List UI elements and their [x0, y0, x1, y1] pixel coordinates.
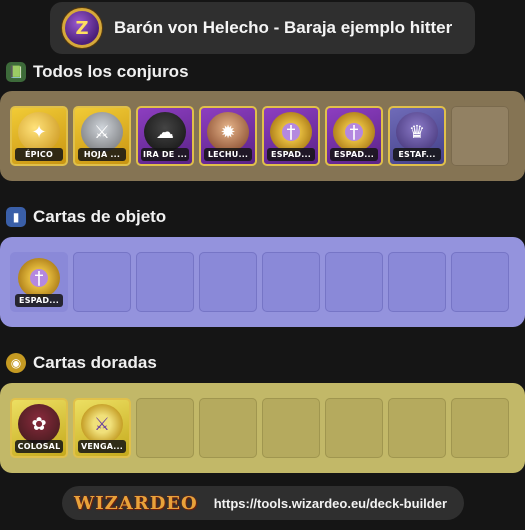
empty-slot[interactable]	[199, 252, 257, 312]
card-name: LECHU...	[204, 148, 252, 161]
footer-bar: WIZARDEO https://tools.wizardeo.eu/deck-…	[62, 486, 464, 520]
storm-school-icon: Z	[62, 8, 102, 48]
empty-slot[interactable]	[325, 398, 383, 458]
sword-orb-icon: †	[333, 112, 375, 152]
empty-slot[interactable]	[451, 252, 509, 312]
spell-card[interactable]: † ESPAD...	[325, 106, 383, 166]
empty-slot[interactable]	[388, 398, 446, 458]
spell-card[interactable]: ✹ LECHU...	[199, 106, 257, 166]
epic-rock-icon: ✦	[18, 112, 60, 152]
gold-panel: ✿ COLOSAL ⚔ VENGA...	[0, 383, 525, 473]
gold-card[interactable]: ✿ COLOSAL	[10, 398, 68, 458]
card-name: ESTAF...	[393, 148, 441, 161]
empty-slot[interactable]	[451, 106, 509, 166]
item-card[interactable]: † ESPAD...	[10, 252, 68, 312]
gold-card[interactable]: ⚔ VENGA...	[73, 398, 131, 458]
footer-url[interactable]: https://tools.wizardeo.eu/deck-builder	[214, 496, 447, 511]
empty-slot[interactable]	[325, 252, 383, 312]
empty-slot[interactable]	[136, 252, 194, 312]
section-items-label: ▮ Cartas de objeto	[6, 207, 166, 227]
spells-panel: ✦ ÉPICO ⚔ HOJA ... ☁ IRA DE ... ✹ LECHU.…	[0, 91, 525, 181]
empty-slot[interactable]	[199, 398, 257, 458]
spell-card[interactable]: † ESPAD...	[262, 106, 320, 166]
owl-icon: ✹	[207, 112, 249, 152]
card-name: VENGA...	[78, 440, 126, 453]
item-card-icon: ▮	[6, 207, 26, 227]
deck-header: Z Barón von Helecho - Baraja ejemplo hit…	[50, 2, 475, 54]
spellbook-icon: 📗	[6, 62, 26, 82]
empty-slot[interactable]	[136, 398, 194, 458]
empty-slot[interactable]	[262, 252, 320, 312]
empty-slot[interactable]	[451, 398, 509, 458]
sword-orb-icon: †	[270, 112, 312, 152]
card-name: ESPAD...	[267, 148, 315, 161]
spell-card[interactable]: ⚔ HOJA ...	[73, 106, 131, 166]
sword-orb-icon: †	[18, 258, 60, 298]
wrath-icon: ☁	[144, 112, 186, 152]
empty-slot[interactable]	[262, 398, 320, 458]
gold-card-icon: ◉	[6, 353, 26, 373]
card-name: IRA DE ...	[141, 148, 189, 161]
spell-card[interactable]: ☁ IRA DE ...	[136, 106, 194, 166]
card-name: ESPAD...	[15, 294, 63, 307]
wizard-icon: ♛	[396, 112, 438, 152]
section-title: Cartas de objeto	[33, 207, 167, 226]
spell-card[interactable]: ✦ ÉPICO	[10, 106, 68, 166]
card-name: ÉPICO	[15, 148, 63, 161]
colossal-icon: ✿	[18, 404, 60, 444]
section-spells-label: 📗 Todos los conjuros	[6, 62, 189, 82]
wizardeo-logo: WIZARDEO	[74, 492, 198, 514]
empty-slot[interactable]	[73, 252, 131, 312]
section-gold-label: ◉ Cartas doradas	[6, 353, 157, 373]
empty-slot[interactable]	[388, 252, 446, 312]
items-panel: † ESPAD...	[0, 237, 525, 327]
card-name: COLOSAL	[15, 440, 63, 453]
deck-title: Barón von Helecho - Baraja ejemplo hitte…	[114, 18, 453, 37]
spell-card[interactable]: ♛ ESTAF...	[388, 106, 446, 166]
section-title: Todos los conjuros	[33, 62, 189, 81]
section-title: Cartas doradas	[33, 353, 157, 372]
card-name: HOJA ...	[78, 148, 126, 161]
card-name: ESPAD...	[330, 148, 378, 161]
sword-icon: ⚔	[81, 112, 123, 152]
dagger-icon: ⚔	[81, 404, 123, 444]
